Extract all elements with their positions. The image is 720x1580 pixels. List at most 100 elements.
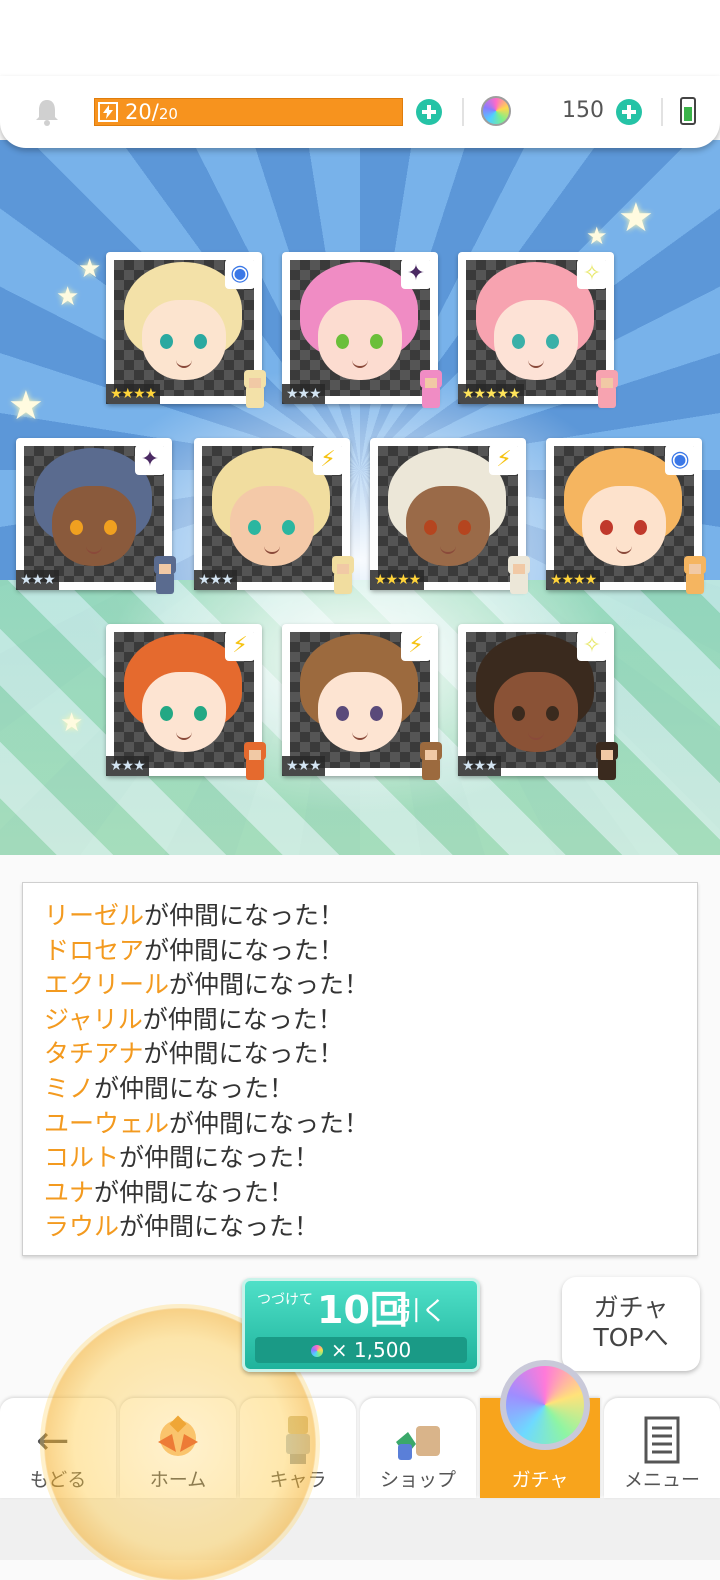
rarity-stars: ★★★★★ [458,384,524,404]
stamina-value: 20/20 [125,100,178,124]
pull-cost: × 1,500 [255,1337,467,1363]
character-name: ユーウェル [44,1108,170,1138]
character-name: ジャリル [44,1004,143,1034]
character-card[interactable]: ⚡ ★★★ [106,624,266,780]
portrait-mouth [616,546,632,554]
list-icon [644,1416,680,1464]
divider [661,98,663,126]
character-card[interactable]: ✦ ★★★ [282,252,442,408]
character-card[interactable]: ✧ ★★★ [458,624,618,780]
character-card[interactable]: ⚡ ★★★★ [370,438,530,594]
character-card[interactable]: ◉ ★★★★ [106,252,266,408]
portrait-face [52,486,136,566]
sparkle-icon: ★ [60,708,84,738]
rarity-stars: ★★★★ [370,570,425,590]
pixel-sprite-icon [238,742,272,790]
portrait-eye [424,520,437,535]
pull-prefix: つづけて [257,1292,313,1308]
portrait-mouth [352,732,368,740]
log-scroll-area[interactable]: リーゼルが仲間になった！ ドロセアが仲間になった！ エクリールが仲間になった！ ジャリ… [44,899,684,1237]
portrait-eye [248,520,261,535]
portrait-mouth [528,360,544,368]
portrait-eye [160,706,173,721]
gem-count: 150 [562,98,604,123]
portrait-mouth [352,360,368,368]
thunder-element-icon: ⚡ [489,445,519,475]
dark-element-icon: ✦ [401,259,431,289]
thunder-element-icon: ⚡ [401,631,431,661]
log-suffix: が仲間になった！ [94,1177,295,1207]
gacha-top-button[interactable]: ガチャ TOPへ [562,1277,700,1371]
nav-home[interactable]: ホーム [120,1398,236,1498]
character-name: ラウル [44,1212,120,1237]
pull-10-button[interactable]: つづけて 10回 引く × 1,500 [242,1278,480,1372]
character-card[interactable]: ⚡ ★★★ [194,438,354,594]
add-stamina-button[interactable] [416,99,442,125]
log-line: ユーウェルが仲間になった！ [44,1107,684,1142]
character-card[interactable]: ✦ ★★★ [16,438,176,594]
portrait-eye [194,334,207,349]
pixel-sprite-icon [148,556,182,604]
stamina-current: 20 [125,100,152,124]
home-icon [158,1415,198,1456]
add-gems-button[interactable] [616,99,642,125]
nav-shop[interactable]: ショップ [360,1398,476,1498]
portrait-mouth [440,546,456,554]
portrait-face [142,672,226,752]
thunder-element-icon: ⚡ [225,631,255,661]
gacha-top-line1: ガチャ [593,1293,669,1322]
rarity-stars: ★★★ [106,756,149,776]
log-suffix: が仲間になった！ [119,1143,320,1173]
pixel-sprite-icon [414,370,448,418]
rarity-stars: ★★★ [458,756,501,776]
result-message-log[interactable]: リーゼルが仲間になった！ ドロセアが仲間になった！ エクリールが仲間になった！ ジャリ… [22,882,698,1256]
portrait-eye [336,706,349,721]
top-resource-bar: 20/20 150 [0,76,720,148]
character-card[interactable]: ◉ ★★★★ [546,438,706,594]
portrait-face [494,300,578,380]
portrait-eye [336,334,349,349]
portrait-eye [546,334,559,349]
pixel-sprite-icon [590,742,624,790]
stamina-max: 20 [158,105,178,123]
portrait-eye [458,520,471,535]
portrait-eye [634,520,647,535]
log-suffix: が仲間になった！ [119,1212,320,1237]
light-element-icon: ✧ [577,259,607,289]
character-name: ユナ [44,1177,95,1207]
nav-gacha-label: ガチャ [511,1469,569,1491]
gacha-result-stage: ★ ★ ★ ★ ★ ★ ◉ ★★★★ ✦ ★★★ ✧ ★★★★★ ✦ ★★★ ⚡ ★★★ … [0,140,720,855]
stamina-separator: / [151,100,159,124]
light-element-icon: ✧ [577,631,607,661]
divider [462,98,464,126]
gacha-crystal-icon [500,1360,590,1450]
portrait-eye [104,520,117,535]
portrait-eye [512,706,525,721]
log-suffix: が仲間になった！ [144,901,345,930]
nav-menu-label: メニュー [623,1469,700,1491]
nav-chara-label: キャラ [269,1469,327,1491]
nav-chara[interactable]: キャラ [240,1398,356,1498]
sparkle-icon: ★ [78,254,102,284]
character-name: コルト [44,1143,120,1173]
pixel-sprite-icon [678,556,712,604]
pixel-sprite-icon [590,370,624,418]
nav-back[interactable]: ← もどる [0,1398,116,1498]
bell-icon[interactable] [34,98,60,126]
water-element-icon: ◉ [225,259,255,289]
character-card[interactable]: ⚡ ★★★ [282,624,442,780]
portrait-mouth [176,732,192,740]
nav-menu[interactable]: メニュー [604,1398,720,1498]
pixel-sprite-icon [326,556,360,604]
log-suffix: が仲間になった！ [142,1004,343,1034]
log-suffix: が仲間になった！ [144,935,345,965]
character-card[interactable]: ✧ ★★★★★ [458,252,618,408]
portrait-mouth [176,360,192,368]
portrait-face [582,486,666,566]
log-suffix: が仲間になった！ [169,970,370,1000]
pull-cost-value: × 1,500 [330,1338,412,1362]
log-line: リーゼルが仲間になった！ [44,899,684,934]
log-suffix: が仲間になった！ [169,1108,370,1138]
lightning-icon [98,102,118,122]
rarity-stars: ★★★ [16,570,59,590]
